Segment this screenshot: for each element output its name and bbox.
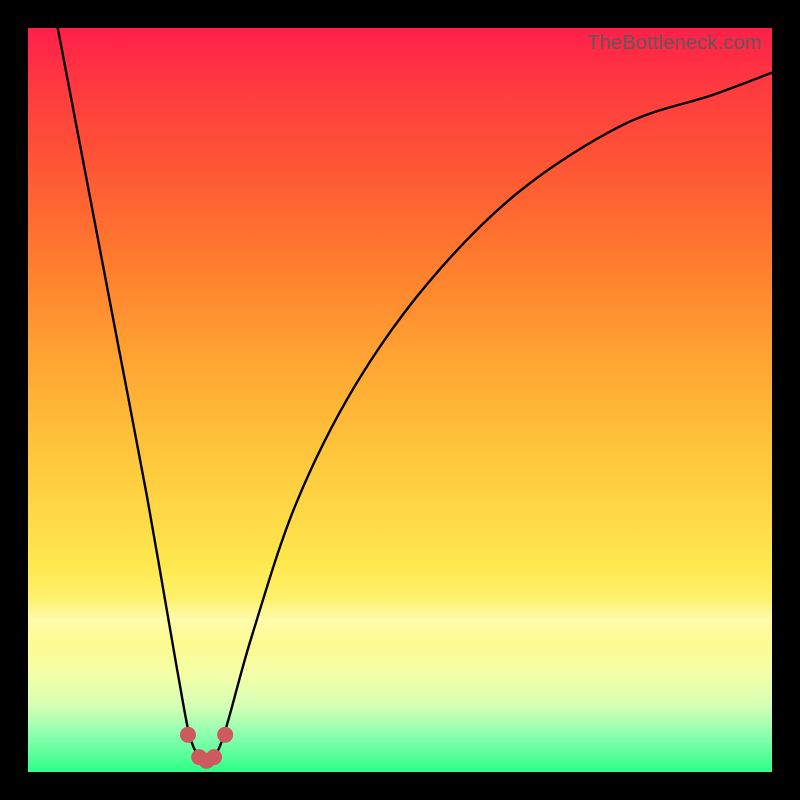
background-gradient [28, 28, 772, 772]
watermark-text: TheBottleneck.com [587, 32, 762, 55]
plot-area: TheBottleneck.com [28, 28, 772, 772]
